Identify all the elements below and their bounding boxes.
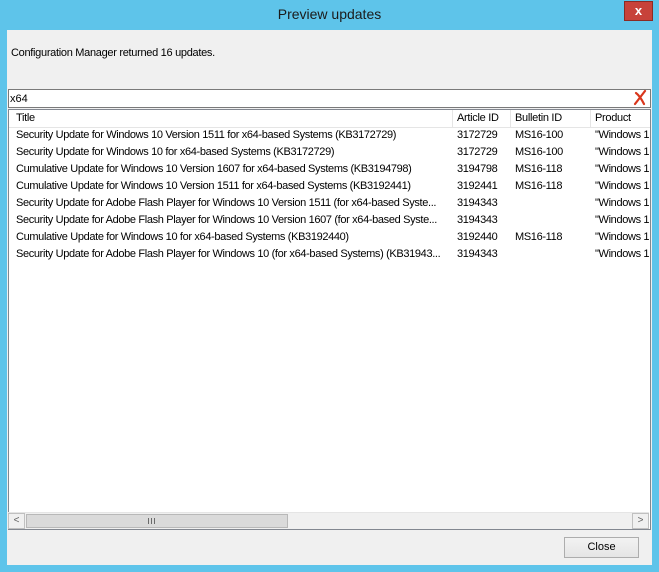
filter-input[interactable] (10, 91, 630, 106)
row-article-id: 3194798 (457, 163, 498, 175)
window-title: Preview updates (277, 6, 382, 22)
row-title: Security Update for Windows 10 Version 1… (16, 129, 397, 141)
row-article-id: 3194343 (457, 197, 498, 209)
row-article-id: 3192440 (457, 231, 498, 243)
row-bulletin-id: MS16-118 (515, 180, 563, 192)
updates-list[interactable]: Title Article ID Bulletin ID Product Sec… (8, 109, 651, 530)
row-article-id: 3192441 (457, 180, 498, 192)
filter-box (8, 89, 651, 108)
row-title: Cumulative Update for Windows 10 for x64… (16, 231, 349, 243)
scroll-left-button[interactable]: < (8, 513, 25, 529)
row-title: Security Update for Windows 10 for x64-b… (16, 146, 335, 158)
horizontal-scrollbar[interactable]: < > (8, 512, 649, 529)
row-article-id: 3172729 (457, 146, 498, 158)
table-row[interactable]: Security Update for Adobe Flash Player f… (9, 195, 650, 212)
row-title: Security Update for Adobe Flash Player f… (16, 248, 441, 260)
list-header: Title Article ID Bulletin ID Product (9, 110, 650, 128)
column-header-article-id[interactable]: Article ID (453, 110, 511, 127)
row-bulletin-id (511, 195, 591, 212)
row-title: Security Update for Adobe Flash Player f… (16, 214, 437, 226)
grip-icon (148, 518, 155, 524)
row-article-id: 3194343 (457, 214, 498, 226)
scrollbar-thumb[interactable] (26, 514, 288, 528)
window-close-button[interactable]: x (624, 1, 653, 21)
row-article-id: 3172729 (457, 129, 498, 141)
title-bar[interactable]: Preview updates x (0, 0, 659, 30)
row-title: Cumulative Update for Windows 10 Version… (16, 163, 412, 175)
dialog-client-area: Configuration Manager returned 16 update… (7, 30, 652, 565)
row-title: Cumulative Update for Windows 10 Version… (16, 180, 411, 192)
table-row[interactable]: Cumulative Update for Windows 10 Version… (9, 161, 650, 178)
row-product: "Windows 1 (595, 180, 650, 192)
row-bulletin-id: MS16-118 (515, 231, 563, 243)
row-product: "Windows 1 (595, 231, 650, 243)
row-product: "Windows 1 (595, 146, 650, 158)
column-header-bulletin-id[interactable]: Bulletin ID (511, 110, 591, 127)
row-product: "Windows 1 (595, 248, 650, 260)
table-row[interactable]: Cumulative Update for Windows 10 Version… (9, 178, 650, 195)
table-row[interactable]: Security Update for Windows 10 for x64-b… (9, 144, 650, 161)
column-header-product[interactable]: Product (591, 110, 650, 127)
close-button[interactable]: Close (564, 537, 639, 558)
row-bulletin-id (511, 212, 591, 229)
row-product: "Windows 1 (595, 197, 650, 209)
row-bulletin-id: MS16-100 (515, 146, 563, 158)
row-article-id: 3194343 (457, 248, 498, 260)
row-product: "Windows 1 (595, 163, 650, 175)
status-message: Configuration Manager returned 16 update… (11, 47, 215, 59)
column-header-title[interactable]: Title (12, 110, 453, 127)
row-bulletin-id: MS16-100 (515, 129, 563, 141)
table-row[interactable]: Security Update for Adobe Flash Player f… (9, 246, 650, 263)
row-product: "Windows 1 (595, 129, 650, 141)
dialog-window: Preview updates x Configuration Manager … (0, 0, 659, 572)
clear-filter-icon[interactable] (632, 89, 648, 107)
table-row[interactable]: Security Update for Adobe Flash Player f… (9, 212, 650, 229)
row-product: "Windows 1 (595, 214, 650, 226)
scroll-right-button[interactable]: > (632, 513, 649, 529)
row-bulletin-id (511, 246, 591, 263)
row-title: Security Update for Adobe Flash Player f… (16, 197, 437, 209)
table-row[interactable]: Security Update for Windows 10 Version 1… (9, 127, 650, 144)
table-row[interactable]: Cumulative Update for Windows 10 for x64… (9, 229, 650, 246)
row-bulletin-id: MS16-118 (515, 163, 563, 175)
